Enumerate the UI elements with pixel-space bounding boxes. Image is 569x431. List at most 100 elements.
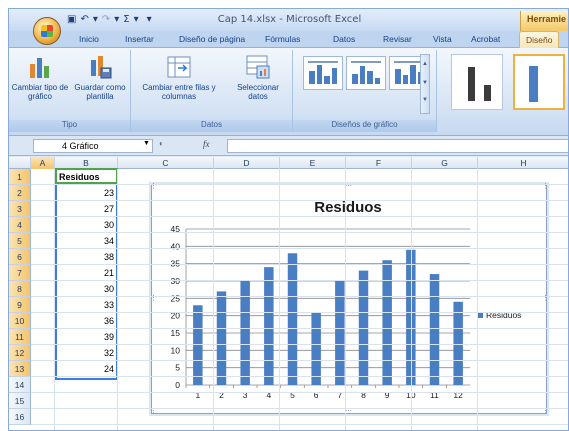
- gridline-row: [31, 296, 568, 297]
- chart-layout-2-thumb[interactable]: [346, 56, 386, 90]
- tab-inicio[interactable]: Inicio: [79, 34, 99, 44]
- gridline-row: [31, 312, 568, 313]
- data-cell-a6[interactable]: 38: [55, 249, 117, 265]
- gridline-row: [31, 344, 568, 345]
- layouts-gallery-scroll[interactable]: ▲ ▼ ▼: [420, 54, 430, 114]
- data-cell-a10[interactable]: 36: [55, 313, 117, 329]
- chart-layout-1-thumb[interactable]: [303, 56, 343, 90]
- row-header-15[interactable]: 15: [9, 393, 31, 409]
- data-cell-a9[interactable]: 33: [55, 297, 117, 313]
- data-cell-a4[interactable]: 30: [55, 217, 117, 233]
- change-chart-type-label: Cambiar tipo de gráfico: [11, 83, 69, 101]
- header-cell-a1[interactable]: Residuos: [55, 169, 117, 185]
- row-header-14[interactable]: 14: [9, 377, 31, 393]
- column-header-f[interactable]: F: [346, 157, 412, 169]
- row-header-3[interactable]: 3: [9, 201, 31, 217]
- switch-row-column-button[interactable]: Cambiar entre filas y columnas: [139, 54, 219, 101]
- data-cell-a11[interactable]: 39: [55, 329, 117, 345]
- bar: [429, 274, 440, 385]
- chart-style-1-thumb[interactable]: [451, 54, 503, 110]
- column-header-d[interactable]: D: [214, 157, 280, 169]
- gridline-row: [31, 184, 568, 185]
- column-header-e[interactable]: E: [280, 157, 346, 169]
- embedded-chart[interactable]: ⋮ ⋯ ⋮ ⋮ ⋮ ⋮ ⋯ ⋮ Residuos0510152025303540…: [150, 183, 549, 415]
- bar: [216, 291, 227, 385]
- insert-function-button[interactable]: fx: [203, 139, 210, 149]
- name-box-dropdown-icon[interactable]: ▼: [143, 140, 150, 147]
- y-tick-label: 0: [175, 380, 180, 390]
- data-cell-a8[interactable]: 30: [55, 281, 117, 297]
- scroll-down-icon[interactable]: ▼: [421, 74, 429, 93]
- formula-bar-expand-icon[interactable]: ◐: [159, 139, 171, 153]
- gridline-column: [213, 169, 214, 430]
- legend-swatch: [478, 313, 483, 318]
- gridline-row: [31, 264, 568, 265]
- row-header-13[interactable]: 13: [9, 361, 31, 377]
- row-header-16[interactable]: 16: [9, 409, 31, 425]
- gridline-column: [117, 169, 118, 430]
- row-header-11[interactable]: 11: [9, 329, 31, 345]
- tab-diseno-pagina[interactable]: Diseño de página: [179, 34, 245, 44]
- layout-bars: [309, 63, 337, 84]
- y-tick-label: 10: [171, 345, 181, 355]
- row-header-10[interactable]: 10: [9, 313, 31, 329]
- select-all-corner[interactable]: [9, 157, 31, 169]
- select-data-button[interactable]: Seleccionar datos: [227, 54, 289, 101]
- tab-diseno[interactable]: Diseño: [519, 31, 560, 49]
- office-button[interactable]: [33, 17, 61, 45]
- group-chart-layouts-label: Diseños de gráfico: [293, 120, 436, 132]
- chart-tools-contextual-tab[interactable]: Herramie: [519, 11, 568, 31]
- tab-vista[interactable]: Vista: [433, 34, 452, 44]
- column-header-b[interactable]: B: [55, 157, 118, 169]
- column-headers: A B C D E F G H: [9, 157, 568, 169]
- tab-datos[interactable]: Datos: [333, 34, 355, 44]
- change-chart-type-button[interactable]: Cambiar tipo de gráfico: [11, 54, 69, 101]
- data-cell-a2[interactable]: 23: [55, 185, 117, 201]
- y-tick-label: 25: [171, 293, 181, 303]
- layout-bars: [395, 63, 423, 84]
- gridline-row: [31, 360, 568, 361]
- gridline-column: [411, 169, 412, 430]
- data-cell-a12[interactable]: 32: [55, 345, 117, 361]
- gridline-row: [31, 248, 568, 249]
- data-cell-a7[interactable]: 21: [55, 265, 117, 281]
- data-cell-a3[interactable]: 27: [55, 201, 117, 217]
- tab-revisar[interactable]: Revisar: [383, 34, 412, 44]
- worksheet-grid[interactable]: A B C D E F G H 1 2 3 4 5 6 7 8 9 10 11 12 13 14 15 16 …: [9, 157, 568, 430]
- name-box[interactable]: 4 Gráfico: [33, 139, 153, 153]
- row-header-2[interactable]: 2: [9, 185, 31, 201]
- row-header-8[interactable]: 8: [9, 281, 31, 297]
- row-header-5[interactable]: 5: [9, 233, 31, 249]
- column-header-c[interactable]: C: [118, 157, 214, 169]
- row-header-12[interactable]: 12: [9, 345, 31, 361]
- save-as-template-button[interactable]: Guardar como plantilla: [71, 54, 129, 101]
- row-header-9[interactable]: 9: [9, 297, 31, 313]
- scroll-up-icon[interactable]: ▲: [421, 55, 429, 74]
- row-header-1[interactable]: 1: [9, 169, 31, 185]
- tab-acrobat[interactable]: Acrobat: [471, 34, 500, 44]
- row-header-7[interactable]: 7: [9, 265, 31, 281]
- data-cell-a13[interactable]: 24: [55, 361, 117, 377]
- chart-plot: Residuos05101520253035404512345678910111…: [171, 199, 522, 400]
- gridline-column: [345, 169, 346, 430]
- data-cell-a5[interactable]: 34: [55, 233, 117, 249]
- select-data-label: Seleccionar datos: [237, 83, 279, 101]
- chart-style-2-thumb[interactable]: [513, 54, 565, 110]
- gridline-row: [31, 328, 568, 329]
- formula-input[interactable]: [227, 139, 568, 153]
- y-tick-label: 30: [171, 276, 181, 286]
- gridline-row: [31, 408, 568, 409]
- bar: [264, 267, 274, 385]
- column-header-g[interactable]: G: [412, 157, 478, 169]
- style-bar: [484, 85, 491, 101]
- gridline-column: [477, 169, 478, 430]
- tab-formulas[interactable]: Fórmulas: [265, 34, 300, 44]
- bar: [287, 253, 298, 385]
- row-header-6[interactable]: 6: [9, 249, 31, 265]
- tab-insertar[interactable]: Insertar: [125, 34, 154, 44]
- gallery-more-icon[interactable]: ▼: [421, 93, 429, 107]
- row-header-4[interactable]: 4: [9, 217, 31, 233]
- select-data-icon: [246, 55, 270, 79]
- column-header-a[interactable]: A: [31, 157, 55, 169]
- column-header-h[interactable]: H: [478, 157, 568, 169]
